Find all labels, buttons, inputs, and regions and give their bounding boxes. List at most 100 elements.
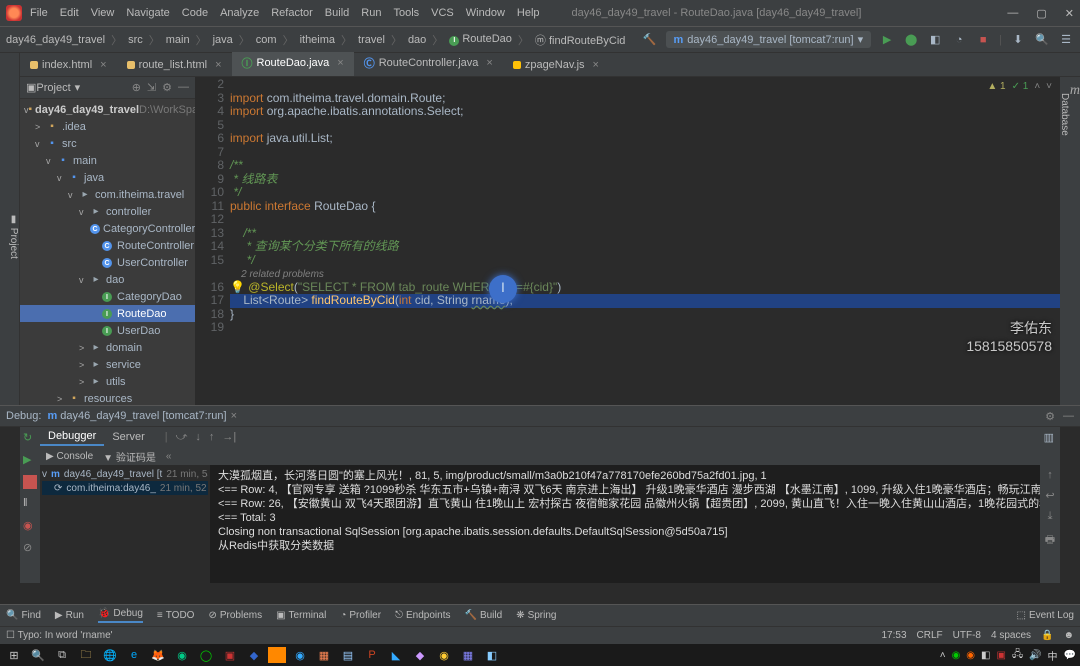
debug-frames[interactable]: vm day46_day49_travel [t 21 min, 54 sec … [40,465,210,583]
endpoints-tool-button[interactable]: ⎋ Endpoints [395,610,450,621]
notepad-icon[interactable]: ▤ [338,647,358,663]
menu-tools[interactable]: Tools [393,7,419,19]
expand-icon[interactable]: « [166,451,172,462]
console-tab[interactable]: ▶ Console [46,451,93,462]
chrome-icon[interactable]: 🌐 [100,647,120,663]
app-icon[interactable]: ◧ [482,647,502,663]
pause-icon[interactable]: ‖ [23,497,37,511]
start-icon[interactable]: ⊞ [4,647,24,663]
stop-icon[interactable]: ■ [975,32,991,48]
ime-icon[interactable]: 中 [1048,648,1058,663]
breakpoints-icon[interactable]: ◉ [23,519,37,533]
eventlog-button[interactable]: ⬚ Event Log [1017,610,1075,621]
layout-icon[interactable]: ▥ [1044,431,1054,444]
tree-node[interactable]: >▸domain [20,339,195,356]
stop-icon[interactable] [23,475,37,489]
tab-routecontroller-java[interactable]: ⒸRouteController.java× [354,52,503,76]
wechat-icon[interactable]: ◯ [196,647,216,663]
frame-row[interactable]: vm day46_day49_travel [t 21 min, 54 sec [42,467,208,481]
tree-node[interactable]: CCategoryController [20,220,195,237]
run-tool-button[interactable]: ▶ Run [55,610,84,621]
explorer-icon[interactable]: 🗀 [76,647,96,663]
tree-node[interactable]: v▪src [20,135,195,152]
terminal-tool-button[interactable]: ▣ Terminal [276,610,326,621]
breadcrumb[interactable]: ⓜ findRouteByCid [535,32,626,48]
code-area[interactable]: import com.itheima.travel.domain.Route;i… [230,77,1060,335]
menu-refactor[interactable]: Refactor [271,7,313,19]
line-gutter[interactable]: 2345678910111213141516171819 [195,77,230,335]
menu-file[interactable]: File [30,7,48,19]
scroll-end-icon[interactable]: ⤓ [1048,510,1053,523]
tree-node[interactable]: >▸utils [20,373,195,390]
resume-icon[interactable]: ▶ [23,453,37,467]
tab-index-html[interactable]: index.html× [20,56,117,76]
task-view-icon[interactable]: ⧉ [52,647,72,663]
menu-vcs[interactable]: VCS [431,7,454,19]
vscode-icon[interactable]: ◣ [386,647,406,663]
menu-code[interactable]: Code [182,7,208,19]
debugger-tab[interactable]: Debugger [40,428,104,446]
step-into-icon[interactable]: ↓ [195,431,201,443]
powerpoint-icon[interactable]: P [362,647,382,663]
gear-icon[interactable]: ⚙ [162,81,172,94]
filter-icon[interactable]: ▼ 验证码是 [103,449,156,464]
server-tab[interactable]: Server [104,429,152,445]
close-icon[interactable]: × [593,59,599,71]
status-indent[interactable]: 4 spaces [991,630,1031,641]
close-icon[interactable]: × [100,59,106,71]
menu-analyze[interactable]: Analyze [220,7,259,19]
menu-run[interactable]: Run [361,7,381,19]
gear-icon[interactable]: ⚙ [1045,410,1055,423]
scroll-top-icon[interactable]: ↑ [1047,469,1053,481]
build-tool-button[interactable]: 🔨 Build [464,610,502,621]
search-icon[interactable]: 🔍 [28,647,48,663]
app-blue-icon[interactable]: ◆ [244,647,264,663]
intellij-icon[interactable]: ▦ [314,647,334,663]
tree-node[interactable]: v▸dao [20,271,195,288]
status-encoding[interactable]: UTF-8 [953,630,981,641]
menu-window[interactable]: Window [466,7,505,19]
tree-node[interactable]: >▪.idea [20,118,195,135]
tree-node[interactable]: >▪resources [20,390,195,405]
run-icon[interactable]: ▶ [879,32,895,48]
app-icon[interactable]: ▦ [458,647,478,663]
tree-node[interactable]: v▸controller [20,203,195,220]
debug-icon[interactable]: ⬤ [903,32,919,48]
maximize-icon[interactable]: ▢ [1036,7,1046,20]
close-icon[interactable]: × [337,57,343,69]
debug-console[interactable]: 大漠孤烟直，长河落日圆"的塞上风光！, 81, 5, img/product/s… [210,465,1040,583]
coverage-icon[interactable]: ◧ [927,32,943,48]
find-tool-button[interactable]: 🔍 Find [6,610,41,621]
tree-node[interactable]: >▸service [20,356,195,373]
hide-icon[interactable]: — [1063,410,1074,423]
menu-edit[interactable]: Edit [60,7,79,19]
close-icon[interactable]: × [215,59,221,71]
status-linesep[interactable]: CRLF [917,630,943,641]
browser-icon[interactable]: ◉ [172,647,192,663]
tree-node[interactable]: v▸com.itheima.travel [20,186,195,203]
app-red-icon[interactable]: ▣ [220,647,240,663]
database-tool-button[interactable]: Database [1059,93,1070,407]
close-icon[interactable]: × [486,57,492,69]
git-update-icon[interactable]: ⬇ [1010,32,1026,48]
menu-help[interactable]: Help [517,7,540,19]
breadcrumb[interactable]: itheima [300,34,335,46]
breadcrumb[interactable]: java [213,34,233,46]
soft-wrap-icon[interactable]: ↩ [1045,489,1054,502]
firefox-icon[interactable]: 🦊 [148,647,168,663]
mute-breakpoints-icon[interactable]: ⊘ [23,541,37,555]
step-over-icon[interactable]: ⤻ [176,431,188,444]
rerun-icon[interactable]: ↻ [23,431,37,445]
tree-node[interactable]: CUserController [20,254,195,271]
tray-icon[interactable]: ▣ [996,650,1005,661]
close-icon[interactable]: ✕ [1065,7,1074,20]
spring-tool-button[interactable]: ❋ Spring [516,610,556,621]
settings-icon[interactable]: ☰ [1058,32,1074,48]
run-to-cursor-icon[interactable]: →| [222,431,236,443]
tree-node[interactable]: IUserDao [20,322,195,339]
print-icon[interactable]: 🖶 [1045,531,1055,550]
app-orange-icon[interactable] [268,647,286,663]
breadcrumb[interactable]: I RouteDao [449,33,512,46]
menu-view[interactable]: View [91,7,115,19]
minimize-icon[interactable]: — [1007,7,1018,20]
